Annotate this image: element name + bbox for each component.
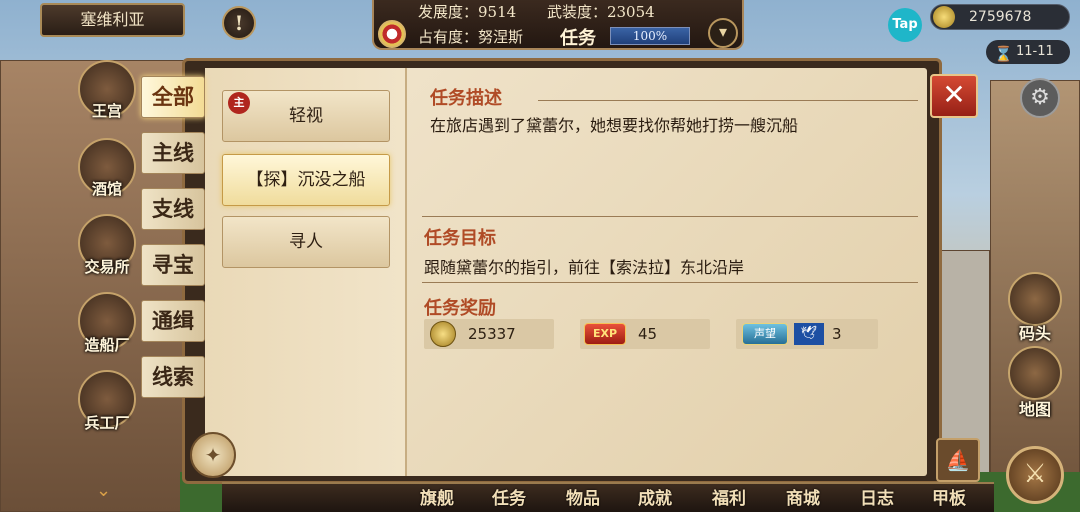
game-date: ⌛ 11-11 [986,40,1070,64]
bird-icon: 🕊 [794,323,824,345]
crossed-swords-icon[interactable]: ⚔ [1006,446,1064,504]
nation-flag-icon [378,20,406,48]
nav-flagship[interactable]: 旗舰 [420,484,454,509]
map-icon[interactable] [1008,346,1062,400]
tab-side[interactable]: 支线 [141,188,205,230]
alert-button[interactable]: ! [222,6,256,40]
stat-row-top: 发展度：9514 武装度：23054 [418,1,681,22]
city-stats-panel: 发展度：9514 武装度：23054 占有度：努涅斯 任务 100% ▾ [372,0,744,50]
nav-tasks[interactable]: 任务 [492,484,526,509]
reward-divider [422,282,918,283]
quest-item-find-person[interactable]: 寻人 [222,216,390,268]
reward-title: 任务奖励 [424,298,496,319]
goal-divider [422,216,918,217]
exp-icon: EXP [584,323,626,345]
collapse-chevron-icon[interactable]: ⌄ [96,480,111,501]
arsenal-label[interactable]: 兵工厂 [70,412,144,433]
nav-items[interactable]: 物品 [566,484,600,509]
close-button[interactable]: ✕ [930,74,978,118]
gold-counter: 2759678 [930,4,1070,30]
coin-icon [430,321,456,347]
desc-divider [538,100,918,101]
dock-icon[interactable] [1008,272,1062,326]
nav-shop[interactable]: 商城 [786,484,820,509]
gear-icon[interactable]: ⚙ [1020,78,1060,118]
tavern-label[interactable]: 酒馆 [70,178,144,199]
reward-gold-value: 25337 [468,325,516,343]
main-quest-badge: 主 [228,92,250,114]
date-value: 11-11 [1016,44,1054,59]
tab-treasure[interactable]: 寻宝 [141,244,205,286]
ship-icon[interactable]: ⛵ [936,438,980,482]
tab-main[interactable]: 主线 [141,132,205,174]
palace-label[interactable]: 王宫 [70,100,144,121]
nav-welfare[interactable]: 福利 [712,484,746,509]
tab-wanted[interactable]: 通缉 [141,300,205,342]
map-label[interactable]: 地图 [1000,396,1070,420]
reputation-icon: 声望 [742,323,788,345]
nav-deck[interactable]: 甲板 [932,484,966,509]
shipyard-label[interactable]: 造船厂 [70,334,144,355]
reward-reputation: 声望 🕊 3 [736,319,878,349]
armament-stat: 武装度：23054 [546,3,655,21]
occupation-progress-bar: 100% [610,27,690,45]
reward-rep-value: 3 [832,325,842,343]
coin-icon [933,6,955,28]
left-building [0,60,190,512]
goal-text: 跟随黛蕾尔的指引，前往【索法拉】东北沿岸 [424,258,745,277]
tab-all[interactable]: 全部 [141,76,205,118]
gold-value: 2759678 [969,9,1032,25]
goal-title: 任务目标 [424,228,496,249]
hourglass-icon: ⌛ [994,45,1013,63]
task-label: 任务 [560,28,596,49]
reward-exp: EXP 45 [580,319,710,349]
nav-log[interactable]: 日志 [860,484,894,509]
desc-text: 在旅店遇到了黛蕾尔，她想要找你帮她打捞一艘沉船 [430,116,799,135]
progress-text: 100% [632,29,668,43]
city-name-label[interactable]: 塞维利亚 [40,3,185,37]
quest-item-sunken-ship[interactable]: 【探】沉没之船 [222,154,390,206]
reward-gold: 25337 [424,319,554,349]
occupation-stat: 占有度：努涅斯 [418,28,524,46]
exchange-label[interactable]: 交易所 [70,256,144,277]
nav-achievements[interactable]: 成就 [638,484,672,509]
chevron-down-icon[interactable]: ▾ [708,18,738,48]
tab-clue[interactable]: 线索 [141,356,205,398]
tap-button[interactable]: Tap [888,8,922,42]
reward-exp-value: 45 [638,325,658,343]
dock-label[interactable]: 码头 [1000,320,1070,344]
compass-icon[interactable]: ✦ [190,432,236,478]
development-stat: 发展度：9514 [418,3,517,21]
desc-title: 任务描述 [430,88,502,109]
